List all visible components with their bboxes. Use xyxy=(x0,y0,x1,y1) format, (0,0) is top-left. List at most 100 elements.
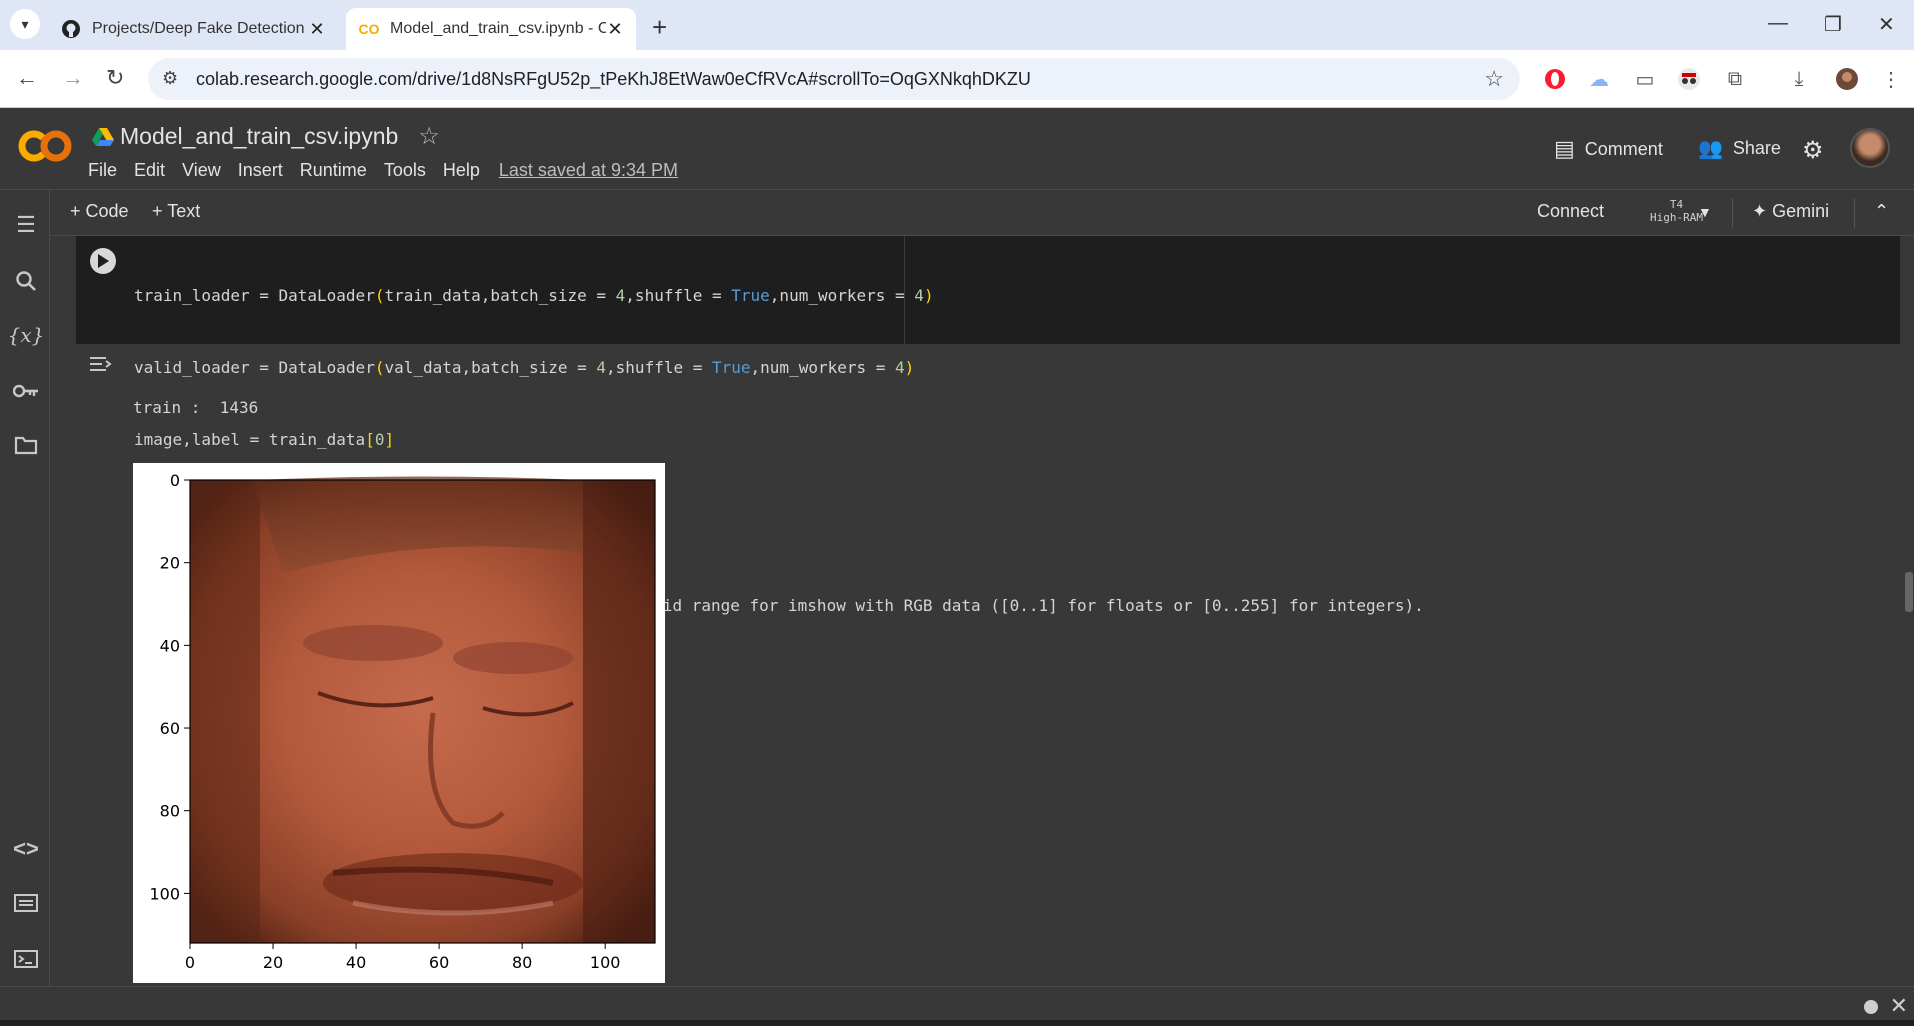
toolbar-divider xyxy=(1854,198,1855,228)
menu-view[interactable]: View xyxy=(182,160,221,181)
status-indicator-icon[interactable] xyxy=(1864,1000,1878,1014)
collapse-chevron-up-icon[interactable]: ⌃ xyxy=(1874,201,1889,222)
code-snippets-icon[interactable]: <> xyxy=(13,836,39,862)
x-tick-label: 60 xyxy=(429,953,449,972)
incognito-extension-icon[interactable] xyxy=(1676,66,1702,92)
github-icon xyxy=(60,19,82,39)
menu-insert[interactable]: Insert xyxy=(238,160,283,181)
sparkle-icon: ✦ xyxy=(1752,201,1768,221)
tab-search-button[interactable]: ▾ xyxy=(10,9,40,39)
comment-label: Comment xyxy=(1584,138,1663,159)
close-icon[interactable]: ✕ xyxy=(606,19,624,40)
image-plot-svg: 0 20 40 60 80 100 0 20 40 60 80 100 xyxy=(149,471,656,972)
cast-extension-icon[interactable]: ▭ xyxy=(1632,66,1658,92)
tab-title: Model_and_train_csv.ipynb - Co xyxy=(390,20,606,37)
new-tab-button[interactable]: + xyxy=(652,12,667,43)
notebook-toolbar: + Code + Text Connect T4 High-RAM ▼ ✦ Ge… xyxy=(50,190,1914,236)
browser-tabstrip: ▾ Projects/Deep Fake Detection a ✕ CO Mo… xyxy=(0,0,1914,50)
forward-button[interactable]: → xyxy=(62,65,84,91)
profile-avatar[interactable] xyxy=(1834,66,1860,92)
comment-icon: ▤ xyxy=(1554,136,1575,161)
runtime-dropdown-chevron-icon[interactable]: ▼ xyxy=(1698,204,1712,220)
close-icon[interactable]: ✕ xyxy=(1890,993,1908,1019)
y-tick-label: 40 xyxy=(160,636,180,655)
share-button[interactable]: 👥 Share xyxy=(1698,136,1781,161)
output-line: train : 1436 xyxy=(133,398,259,417)
close-icon[interactable]: ✕ xyxy=(308,19,326,40)
gemini-label: Gemini xyxy=(1772,201,1830,221)
runtime-gpu: T4 xyxy=(1669,198,1684,211)
face-image xyxy=(190,476,655,943)
star-icon[interactable]: ☆ xyxy=(418,122,440,151)
command-palette-icon[interactable] xyxy=(13,890,39,916)
files-folder-icon[interactable] xyxy=(13,432,39,458)
toolbar-divider xyxy=(1732,198,1733,228)
page-scrollbar[interactable] xyxy=(1905,572,1913,612)
site-info-icon[interactable]: ⚙ xyxy=(162,68,178,89)
colab-logo[interactable] xyxy=(18,128,74,174)
settings-gear-icon[interactable]: ⚙ xyxy=(1802,136,1824,165)
menu-tools[interactable]: Tools xyxy=(384,160,426,181)
browser-menu-icon[interactable]: ⋮ xyxy=(1878,66,1904,92)
search-icon[interactable] xyxy=(13,268,39,294)
add-code-button[interactable]: + Code xyxy=(70,201,129,222)
runtime-ram: High-RAM xyxy=(1650,211,1703,224)
run-cell-button[interactable] xyxy=(90,248,116,274)
last-saved-link[interactable]: Last saved at 9:34 PM xyxy=(499,160,678,181)
tab-title: Projects/Deep Fake Detection a xyxy=(92,20,308,37)
y-tick-label: 0 xyxy=(170,471,180,490)
code-line: train_loader = DataLoader(train_data,bat… xyxy=(134,286,934,305)
colab-icon: CO xyxy=(358,21,380,37)
y-tick-label: 100 xyxy=(149,884,180,903)
tab-github[interactable]: Projects/Deep Fake Detection a ✕ xyxy=(48,8,338,50)
people-icon: 👥 xyxy=(1698,138,1723,160)
bookmark-star-icon[interactable]: ☆ xyxy=(1484,66,1504,92)
y-tick-label: 60 xyxy=(160,719,180,738)
x-tick-label: 20 xyxy=(263,953,283,972)
reload-button[interactable]: ↻ xyxy=(106,65,124,91)
restore-button[interactable]: ❐ xyxy=(1824,12,1842,37)
runtime-type-label[interactable]: T4 High-RAM xyxy=(1650,198,1703,224)
notebook-title[interactable]: Model_and_train_csv.ipynb xyxy=(120,123,398,150)
x-tick-label: 100 xyxy=(590,953,621,972)
url-text[interactable]: colab.research.google.com/drive/1d8NsRFg… xyxy=(196,69,1031,90)
comment-button[interactable]: ▤ Comment xyxy=(1554,136,1663,162)
address-bar: ← → ↻ ⚙ colab.research.google.com/drive/… xyxy=(0,50,1914,108)
share-label: Share xyxy=(1732,138,1781,158)
cloud-extension-icon[interactable]: ☁ xyxy=(1586,66,1612,92)
x-tick-label: 80 xyxy=(512,953,532,972)
user-avatar[interactable] xyxy=(1850,128,1890,168)
terminal-icon[interactable] xyxy=(13,946,39,972)
connect-button[interactable]: Connect xyxy=(1537,201,1604,222)
image-plot-output: 0 20 40 60 80 100 0 20 40 60 80 100 xyxy=(133,463,665,983)
table-of-contents-icon[interactable]: ☰ xyxy=(13,212,39,238)
x-axis-ticks: 0 20 40 60 80 100 xyxy=(185,943,621,972)
add-text-button[interactable]: + Text xyxy=(152,201,200,222)
play-icon xyxy=(98,254,109,268)
code-cell[interactable]: train_loader = DataLoader(train_data,bat… xyxy=(76,236,1900,521)
colab-header: Model_and_train_csv.ipynb ☆ File Edit Vi… xyxy=(0,108,1914,190)
download-icon[interactable]: ⤓ xyxy=(1786,66,1812,92)
menu-runtime[interactable]: Runtime xyxy=(300,160,367,181)
tab-colab[interactable]: CO Model_and_train_csv.ipynb - Co ✕ xyxy=(346,8,636,50)
y-tick-label: 20 xyxy=(160,554,180,573)
x-tick-label: 0 xyxy=(185,953,195,972)
y-axis-ticks: 0 20 40 60 80 100 xyxy=(149,471,190,903)
opera-extension-icon[interactable] xyxy=(1542,66,1568,92)
menu-file[interactable]: File xyxy=(88,160,117,181)
variables-icon[interactable]: {x} xyxy=(8,322,45,348)
output-actions-icon[interactable] xyxy=(88,354,114,380)
secrets-key-icon[interactable] xyxy=(13,378,39,404)
menu-help[interactable]: Help xyxy=(443,160,480,181)
omnibox[interactable]: ⚙ colab.research.google.com/drive/1d8NsR… xyxy=(148,58,1520,100)
extensions-puzzle-icon[interactable]: ⧉ xyxy=(1722,66,1748,92)
window-close-button[interactable]: ✕ xyxy=(1878,12,1895,37)
left-sidebar: ☰ {x} <> xyxy=(0,190,50,986)
bottom-strip xyxy=(0,1020,1914,1026)
gemini-button[interactable]: ✦ Gemini xyxy=(1752,201,1829,222)
back-button[interactable]: ← xyxy=(16,65,38,91)
minimize-button[interactable]: — xyxy=(1768,12,1788,35)
menu-edit[interactable]: Edit xyxy=(134,160,165,181)
menu-bar: File Edit View Insert Runtime Tools Help… xyxy=(88,160,678,181)
y-tick-label: 80 xyxy=(160,802,180,821)
